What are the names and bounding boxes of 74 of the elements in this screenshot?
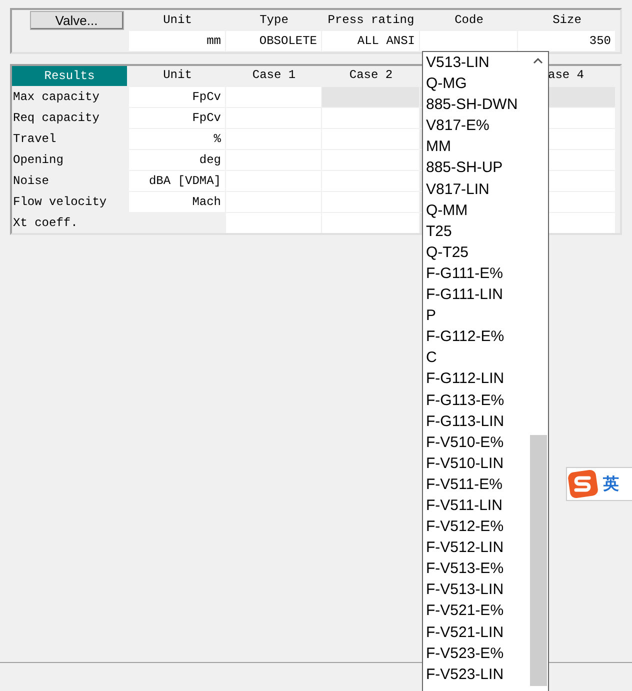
dropdown-item[interactable]: V513-LIN [426, 52, 528, 74]
dropdown-item[interactable]: 885-SH-DWN [426, 94, 528, 116]
dropdown-item[interactable]: C [426, 347, 528, 368]
row-label: Opening [12, 152, 64, 169]
ime-language-label[interactable]: 英 [603, 474, 619, 494]
dropdown-item[interactable]: F-V521-E% [426, 600, 528, 622]
scrollbar-thumb[interactable] [530, 435, 547, 686]
dropdown-item[interactable]: F-V512-E% [426, 516, 528, 538]
dropdown-item[interactable]: 885-SH-UP [426, 157, 528, 179]
dropdown-item[interactable]: V817-E% [426, 115, 528, 136]
valve-button[interactable]: Valve... [30, 11, 124, 30]
dropdown-item[interactable]: F-V523-E% [426, 642, 528, 664]
scroll-up-icon[interactable] [533, 58, 543, 64]
ime-widget[interactable]: 英 [566, 467, 632, 501]
case-cell[interactable] [322, 129, 419, 149]
column-header: Code [454, 12, 484, 29]
dropdown-item[interactable]: V817-LIN [426, 178, 528, 200]
unit-cell: FpCv [129, 87, 225, 107]
dropdown-item[interactable]: F-V523-LIN [426, 664, 528, 685]
unit-cell: % [129, 129, 225, 149]
dropdown-item[interactable]: T25 [426, 220, 528, 242]
case-cell[interactable] [322, 87, 419, 107]
row-label: Xt coeff. [12, 215, 79, 232]
unit-cell: Mach [129, 192, 225, 212]
row-label: Max capacity [12, 89, 100, 106]
unit-cell: deg [129, 150, 225, 170]
case-cell[interactable] [322, 108, 419, 128]
dropdown-item[interactable]: F-V511-LIN [426, 494, 528, 516]
case-cell[interactable] [322, 150, 419, 170]
dropdown-item[interactable]: F-G111-LIN [426, 284, 528, 306]
case-cell[interactable] [322, 171, 419, 191]
ime-logo-icon [567, 469, 599, 499]
size-field[interactable]: 350 [518, 31, 615, 51]
column-header: Case 2 [348, 67, 394, 84]
case-cell[interactable] [226, 108, 321, 128]
dropdown-item[interactable]: F-G113-E% [426, 390, 528, 411]
dropdown-item[interactable]: Q-T25 [426, 242, 528, 263]
type-field[interactable]: OBSOLETE [226, 31, 321, 51]
row-label: Req capacity [12, 110, 100, 127]
dropdown-item[interactable]: F-V510-E% [426, 432, 528, 453]
dropdown-item[interactable]: F-G111-E% [426, 262, 528, 284]
column-header: Case 1 [251, 67, 297, 84]
row-label: Flow velocity [12, 194, 108, 211]
unit-cell: FpCv [129, 108, 225, 128]
row-label: Travel [12, 131, 58, 148]
dropdown-item[interactable]: MM [426, 136, 528, 158]
dropdown-item[interactable]: F-V513-LIN [426, 579, 528, 600]
unit-cell: dBA [VDMA] [129, 171, 225, 191]
dropdown-item[interactable]: F-V510-LIN [426, 452, 528, 474]
dropdown-item[interactable]: F-V513-E% [426, 558, 528, 580]
column-header: Size [552, 12, 582, 29]
column-header: Unit [162, 12, 193, 29]
case-cell[interactable] [322, 192, 419, 212]
code-field[interactable] [420, 31, 517, 51]
dropdown-item[interactable]: F-G112-LIN [426, 368, 528, 390]
dropdown-item[interactable]: F-V521-LIN [426, 622, 528, 643]
column-header: Press rating [326, 12, 416, 29]
press-rating-field[interactable]: ALL ANSI [322, 31, 419, 51]
unit-field[interactable]: mm [129, 31, 225, 51]
dropdown-item[interactable]: F-G112-E% [426, 326, 528, 348]
dropdown-item[interactable]: Q-MM [426, 200, 528, 221]
column-header: Type [258, 12, 290, 29]
row-label: Noise [12, 173, 50, 190]
column-header: ase 4 [547, 67, 586, 84]
case-cell[interactable] [322, 213, 419, 233]
dropdown-item[interactable]: Q-MG [426, 73, 528, 94]
case-cell[interactable] [226, 87, 321, 107]
dropdown-item[interactable]: F-G113-LIN [426, 410, 528, 432]
dropdown-item[interactable]: F-V512-LIN [426, 537, 528, 558]
results-header: Results [12, 66, 127, 86]
case-cell[interactable] [226, 213, 321, 233]
column-header: Unit [162, 67, 193, 84]
dropdown-item[interactable]: P [426, 305, 528, 326]
dropdown-item[interactable]: F-V511-E% [426, 474, 528, 495]
